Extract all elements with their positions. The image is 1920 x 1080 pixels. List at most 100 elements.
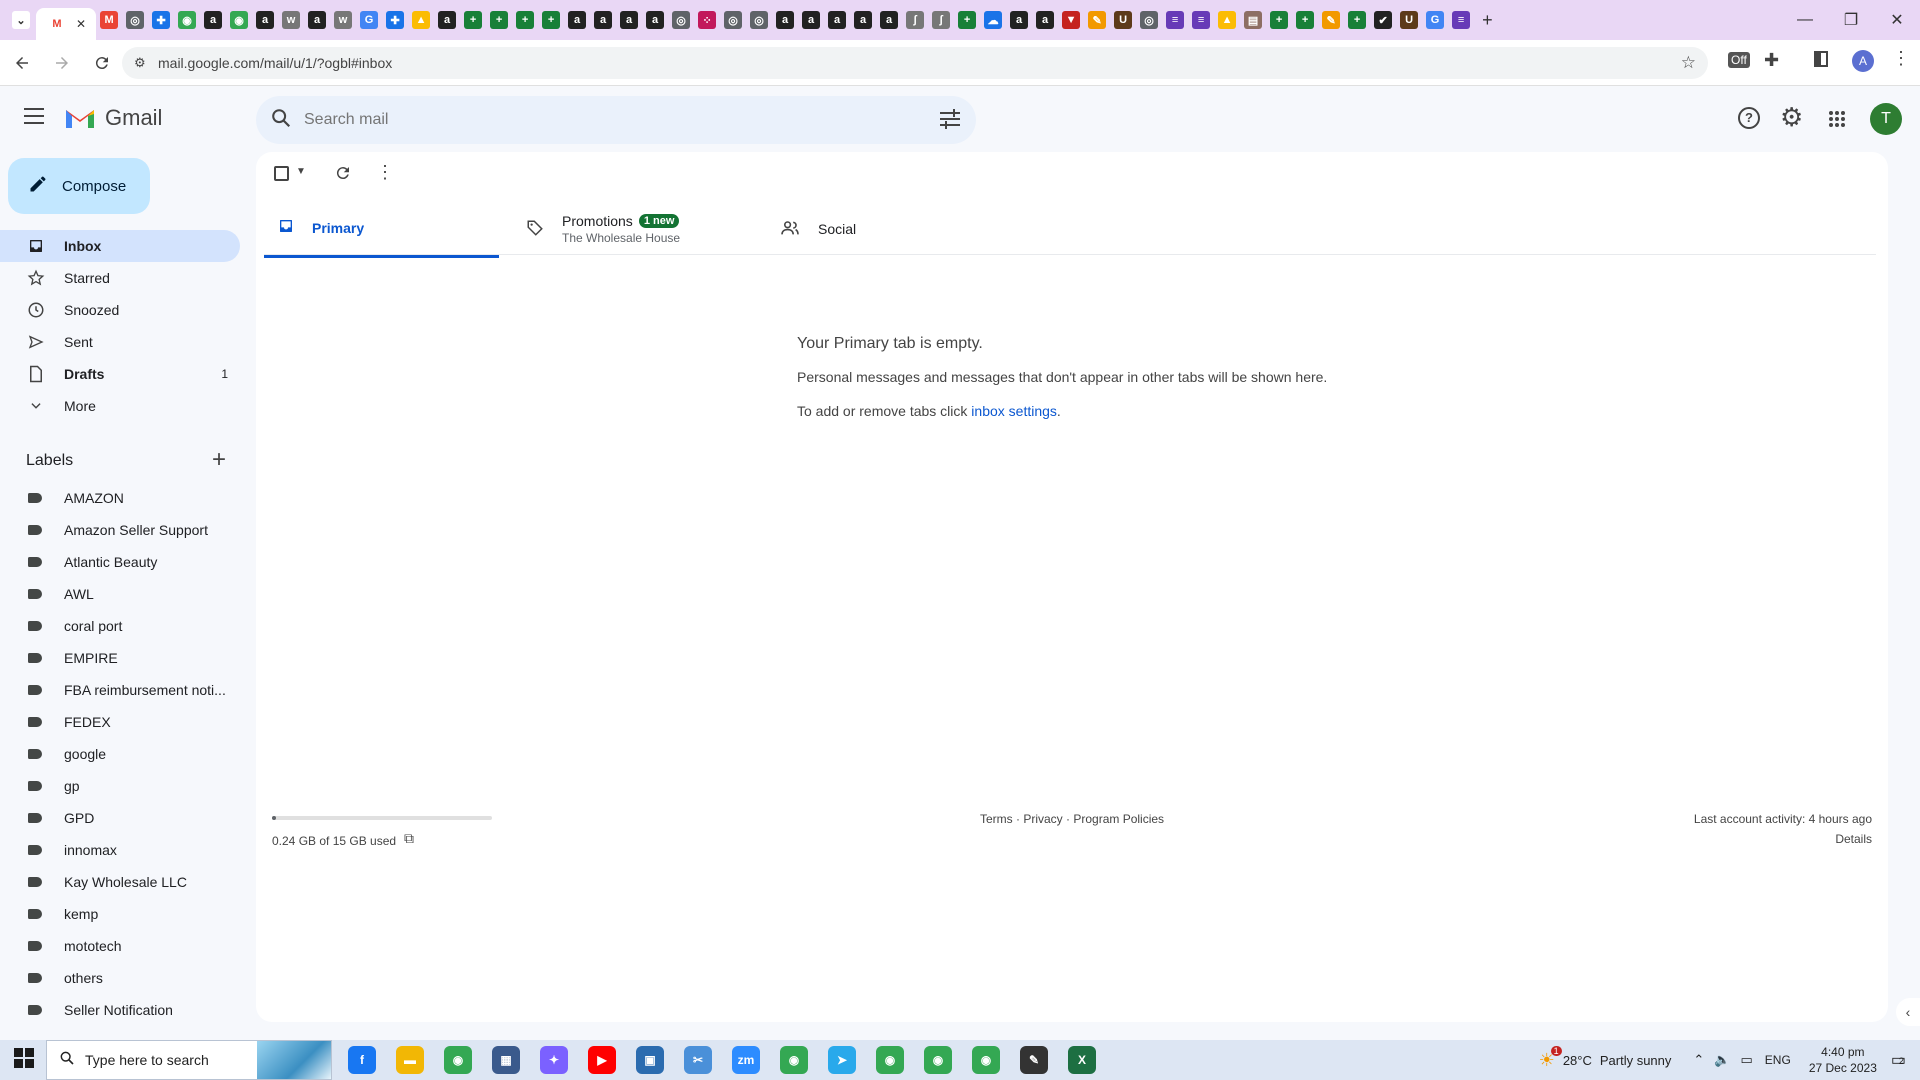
label-item[interactable]: innomax xyxy=(0,834,240,866)
excel-taskbar-icon[interactable]: X xyxy=(1068,1046,1096,1074)
help-icon[interactable]: ? xyxy=(1738,107,1760,129)
tab-search-icon[interactable]: ⌄ xyxy=(12,11,30,29)
telegram-taskbar-icon[interactable]: ➤ xyxy=(828,1046,856,1074)
ups-tab-icon[interactable]: U xyxy=(1400,11,1419,29)
search-input[interactable] xyxy=(304,111,904,129)
new-tab-icon[interactable]: + xyxy=(1482,10,1493,31)
sidebar-item-inbox[interactable]: Inbox xyxy=(0,230,240,262)
tab-social[interactable]: Social xyxy=(780,200,1010,258)
label-item[interactable]: FEDEX xyxy=(0,706,240,738)
close-tab-icon[interactable]: ✕ xyxy=(76,17,86,31)
globe-tab-icon[interactable]: ◎ xyxy=(672,11,691,29)
store-taskbar-icon[interactable]: ▣ xyxy=(636,1046,664,1074)
amazon-tab-icon[interactable]: a xyxy=(568,11,587,29)
amazon-tab-icon[interactable]: a xyxy=(594,11,613,29)
amazon-tab-icon[interactable]: a xyxy=(620,11,639,29)
chrome-taskbar-icon[interactable]: ◉ xyxy=(876,1046,904,1074)
active-tab[interactable]: M ✕ xyxy=(36,8,97,40)
privacy-link[interactable]: Privacy xyxy=(1023,812,1062,826)
tab-promotions[interactable]: Promotions 1 new The Wholesale House xyxy=(526,200,756,258)
drive-tab-icon[interactable]: ▲ xyxy=(412,11,431,29)
sheets-tab-icon[interactable]: + xyxy=(1296,11,1315,29)
label-item[interactable]: Seller Notification xyxy=(0,994,240,1026)
filter-tab-icon[interactable]: ▼ xyxy=(1062,11,1081,29)
network-icon[interactable]: ▭ xyxy=(1741,1052,1753,1068)
sheets-tab-icon[interactable]: + xyxy=(958,11,977,29)
amazon-tab-icon[interactable]: a xyxy=(1036,11,1055,29)
sheets-tab-icon[interactable]: + xyxy=(1348,11,1367,29)
sidebar-item-sent[interactable]: Sent xyxy=(0,326,240,358)
label-item[interactable]: AMAZON xyxy=(0,482,240,514)
sheets-tab-icon[interactable]: + xyxy=(1270,11,1289,29)
calculator-taskbar-icon[interactable]: ▦ xyxy=(492,1046,520,1074)
search-bar[interactable] xyxy=(256,96,976,144)
profile-avatar[interactable]: A xyxy=(1852,50,1874,72)
label-item[interactable]: EMPIRE xyxy=(0,642,240,674)
script-tab-icon[interactable]: ʃ xyxy=(932,11,951,29)
reload-icon[interactable] xyxy=(84,45,120,81)
browser-menu-icon[interactable]: ⋮ xyxy=(1892,48,1910,69)
extension-off-icon[interactable]: Off xyxy=(1728,52,1750,68)
sheets-tab-icon[interactable]: + xyxy=(490,11,509,29)
tab-primary[interactable]: Primary xyxy=(264,200,499,258)
puzzle-tab-icon[interactable]: ✚ xyxy=(386,11,405,29)
wix-tab-icon[interactable]: w xyxy=(334,11,353,29)
weather-desc[interactable]: Partly sunny xyxy=(1600,1053,1672,1068)
cloud-tab-icon[interactable]: ☁ xyxy=(984,11,1003,29)
forms-tab-icon[interactable]: ≡ xyxy=(1192,11,1211,29)
weather-icon[interactable]: ☀ 1 xyxy=(1539,1045,1562,1071)
globe-tab-icon[interactable]: ◎ xyxy=(126,11,145,29)
program-policies-link[interactable]: Program Policies xyxy=(1073,812,1164,826)
drive-tab-icon[interactable]: ▲ xyxy=(1218,11,1237,29)
minimize-icon[interactable]: — xyxy=(1782,0,1828,40)
sidebar-item-more[interactable]: More xyxy=(0,390,240,422)
language-indicator[interactable]: ENG xyxy=(1765,1053,1791,1067)
circle-tab-icon[interactable]: ◉ xyxy=(178,11,197,29)
back-icon[interactable] xyxy=(4,45,40,81)
storage-open-icon[interactable]: ⧉ xyxy=(404,830,414,847)
forms-tab-icon[interactable]: ≡ xyxy=(1452,11,1471,29)
label-item[interactable]: Atlantic Beauty xyxy=(0,546,240,578)
sheets-tab-icon[interactable]: + xyxy=(464,11,483,29)
sheets-tab-icon[interactable]: + xyxy=(516,11,535,29)
sidebar-item-starred[interactable]: Starred xyxy=(0,262,240,294)
label-item[interactable]: gp xyxy=(0,770,240,802)
chrome-taskbar-icon[interactable]: ◉ xyxy=(444,1046,472,1074)
google-tab-icon[interactable]: G xyxy=(1426,11,1445,29)
weather-temp[interactable]: 28°C xyxy=(1563,1053,1592,1068)
chrome-taskbar-icon[interactable]: ◉ xyxy=(780,1046,808,1074)
account-avatar[interactable]: T xyxy=(1870,103,1902,135)
select-dropdown-icon[interactable]: ▼ xyxy=(296,166,306,177)
amazon-tab-icon[interactable]: a xyxy=(828,11,847,29)
circle-tab-icon[interactable]: ◉ xyxy=(230,11,249,29)
puzzle-tab-icon[interactable]: ✚ xyxy=(152,11,171,29)
sidebar-item-drafts[interactable]: Drafts 1 xyxy=(0,358,240,390)
label-item[interactable]: google xyxy=(0,738,240,770)
zoom-taskbar-icon[interactable]: zm xyxy=(732,1046,760,1074)
image-tab-icon[interactable]: ▤ xyxy=(1244,11,1263,29)
label-item[interactable]: others xyxy=(0,962,240,994)
amazon-tab-icon[interactable]: a xyxy=(308,11,327,29)
amazon-tab-icon[interactable]: a xyxy=(854,11,873,29)
gmail-tab-icon[interactable]: M xyxy=(100,11,119,29)
script-tab-icon[interactable]: ʃ xyxy=(906,11,925,29)
add-label-icon[interactable]: + xyxy=(212,446,226,474)
label-item[interactable]: GPD xyxy=(0,802,240,834)
sidebar-item-snoozed[interactable]: Snoozed xyxy=(0,294,240,326)
check-tab-icon[interactable]: ✔ xyxy=(1374,11,1393,29)
dots-tab-icon[interactable]: ⁘ xyxy=(698,11,717,29)
amazon-tab-icon[interactable]: a xyxy=(204,11,223,29)
select-checkbox[interactable] xyxy=(274,166,289,181)
chrome-taskbar-icon[interactable]: ◉ xyxy=(924,1046,952,1074)
amazon-tab-icon[interactable]: a xyxy=(802,11,821,29)
label-item[interactable]: Amazon Seller Support xyxy=(0,514,240,546)
label-item[interactable]: mototech xyxy=(0,930,240,962)
label-item[interactable]: kemp xyxy=(0,898,240,930)
file-explorer-taskbar-icon[interactable]: ▬ xyxy=(396,1046,424,1074)
snipping-taskbar-icon[interactable]: ✂ xyxy=(684,1046,712,1074)
chrome-taskbar-icon[interactable]: ◉ xyxy=(972,1046,1000,1074)
close-window-icon[interactable]: ✕ xyxy=(1874,0,1920,40)
forms-tab-icon[interactable]: ≡ xyxy=(1166,11,1185,29)
forward-icon[interactable] xyxy=(44,45,80,81)
side-panel-icon[interactable] xyxy=(1814,51,1828,67)
